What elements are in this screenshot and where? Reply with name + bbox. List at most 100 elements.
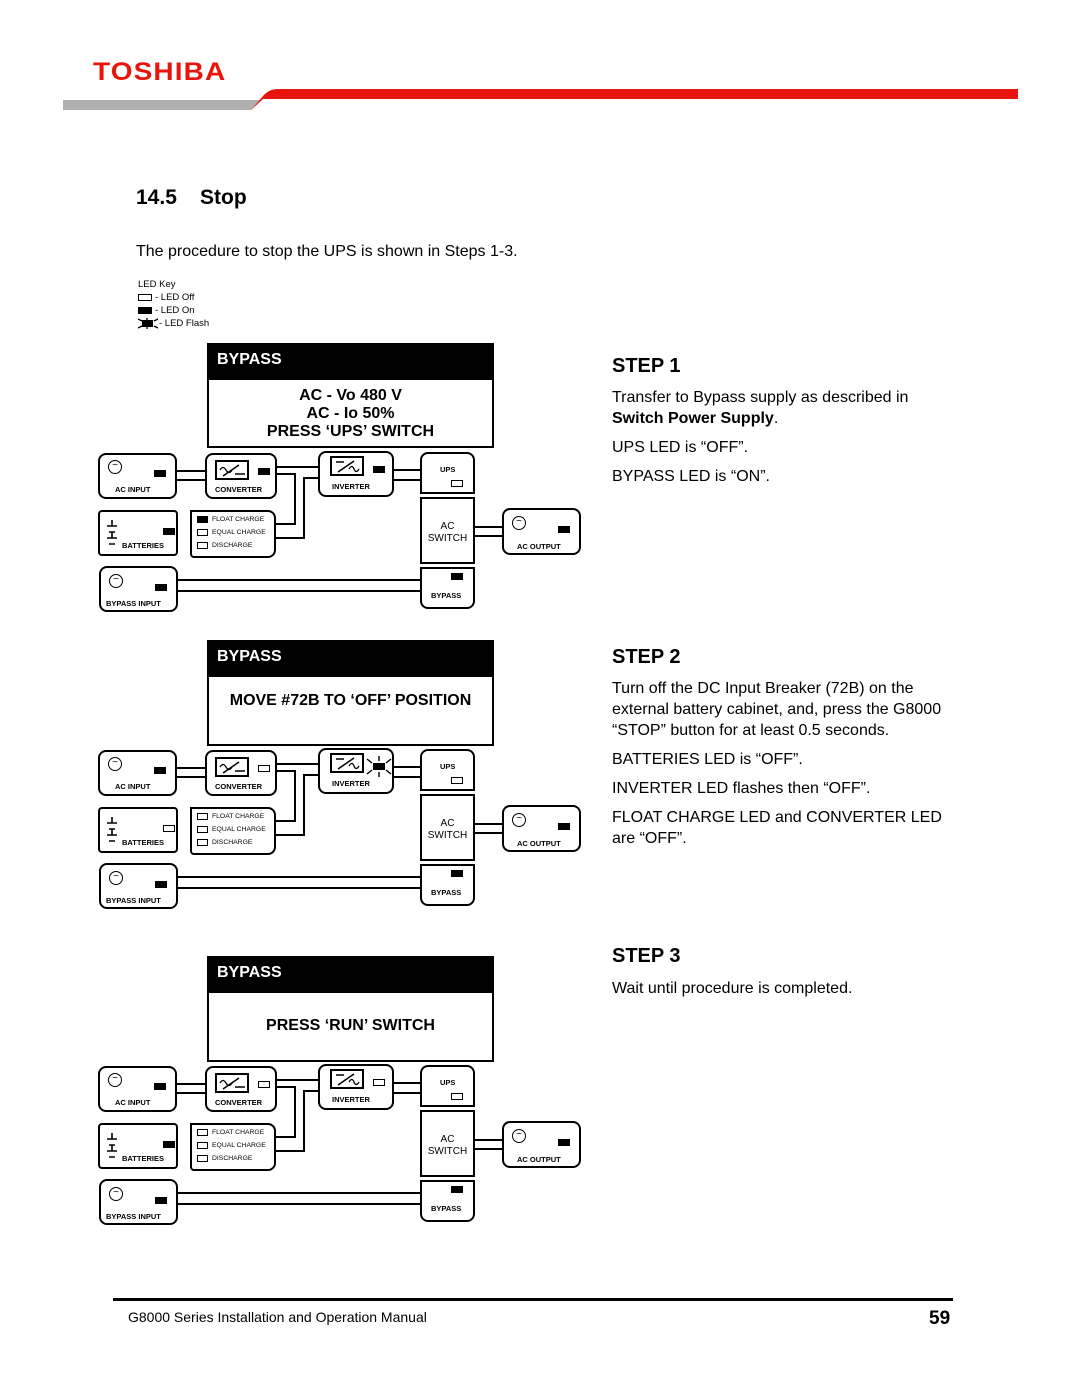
bypass-input-box: ~ BYPASS INPUT [99, 566, 178, 612]
bypass-input-label: BYPASS INPUT [106, 896, 161, 905]
led-off-icon [138, 294, 152, 301]
bypass-input-led [155, 584, 167, 591]
bypass-label: BYPASS [431, 1204, 462, 1213]
step-2-para: FLOAT CHARGE LED and CONVERTER LED are “… [612, 809, 942, 847]
float-charge-led [197, 1129, 208, 1136]
section-number: 14.5 [136, 186, 177, 209]
step-1-para: BYPASS LED is “ON”. [612, 468, 770, 485]
led-key-off: - LED Off [138, 291, 209, 304]
ac-sine-icon: ~ [109, 871, 123, 885]
wire-line [303, 1090, 319, 1092]
ac-switch-box: AC SWITCH [420, 497, 475, 564]
equal-charge-led [197, 529, 208, 536]
section-name: Stop [200, 186, 247, 209]
lcd-line: AC - Vo 480 V [299, 387, 402, 404]
wire-line [393, 479, 421, 481]
charge-row-float-charge: FLOAT CHARGE [197, 1129, 264, 1136]
charge-row-equal-charge: EQUAL CHARGE [197, 826, 266, 833]
ac-input-led [154, 1083, 166, 1090]
bypass-input-led [155, 881, 167, 888]
lcd-mode: BYPASS [209, 345, 492, 380]
ac-input-led [154, 470, 166, 477]
ac-sine-icon: ~ [108, 757, 122, 771]
bypass-led [451, 1186, 463, 1193]
ups-label: UPS [440, 465, 456, 474]
charge-label: EQUAL CHARGE [212, 529, 266, 536]
ac-sine-icon: ~ [108, 460, 122, 474]
ac-switch-box: AC SWITCH [420, 1110, 475, 1177]
step-2-diagram: BYPASS MOVE #72B TO ‘OFF’ POSITION ~ AC INP… [0, 640, 600, 930]
charge-row-discharge: DISCHARGE [197, 1155, 252, 1162]
bypass-box: BYPASS [420, 567, 475, 609]
ac-switch-label: AC SWITCH [427, 818, 468, 841]
converter-label: CONVERTER [215, 1098, 263, 1107]
ac-input-box: ~ AC INPUT [98, 453, 177, 499]
charge-row-equal-charge: EQUAL CHARGE [197, 1142, 266, 1149]
bypass-input-label: BYPASS INPUT [106, 599, 161, 608]
lcd-message: PRESS ‘RUN’ SWITCH [209, 993, 492, 1035]
bypass-led [451, 870, 463, 877]
ac-sine-icon: ~ [512, 1129, 526, 1143]
step-1-text: Transfer to Bypass supply as described i… [612, 387, 957, 495]
header-band [63, 89, 1018, 110]
inverter-icon [330, 1069, 364, 1089]
ac-input-label: AC INPUT [115, 485, 151, 494]
ac-output-label: AC OUTPUT [517, 839, 561, 848]
step-2-para: Turn off the DC Input Breaker (72B) on t… [612, 680, 942, 739]
step-1-para: Transfer to Bypass supply as described i… [612, 389, 909, 427]
lcd-line: AC - Io 50% [306, 405, 395, 422]
bypass-label: BYPASS [431, 591, 462, 600]
wire-line [176, 1083, 206, 1085]
batteries-box: BATTERIES [98, 510, 178, 556]
lcd-display: BYPASS PRESS ‘RUN’ SWITCH [207, 956, 494, 1062]
converter-box: CONVERTER [205, 453, 277, 499]
ac-output-box: ~ AC OUTPUT [502, 508, 581, 555]
charge-status-box: FLOAT CHARGE EQUAL CHARGE DISCHARGE [190, 807, 276, 855]
charge-row-float-charge: FLOAT CHARGE [197, 516, 264, 523]
ac-output-led [558, 526, 570, 533]
battery-icon [105, 518, 119, 553]
bypass-input-box: ~ BYPASS INPUT [99, 863, 178, 909]
step-3-diagram: BYPASS PRESS ‘RUN’ SWITCH ~ AC INPUT CONVERT… [0, 956, 600, 1246]
wire-line [303, 1090, 305, 1150]
wire-line [303, 774, 305, 834]
batteries-label: BATTERIES [122, 838, 164, 847]
wire-line [177, 876, 421, 878]
charge-row-equal-charge: EQUAL CHARGE [197, 529, 266, 536]
lcd-message: MOVE #72B TO ‘OFF’ POSITION [209, 677, 492, 710]
charge-label: FLOAT CHARGE [212, 813, 265, 820]
converter-box: CONVERTER [205, 750, 277, 796]
charge-label: DISCHARGE [212, 542, 253, 549]
batteries-box: BATTERIES [98, 1123, 178, 1169]
bypass-box: BYPASS [420, 864, 475, 906]
wire-line [274, 1150, 305, 1152]
header-band-gray [63, 100, 261, 110]
wire-line [177, 1192, 421, 1194]
wire-line [176, 767, 206, 769]
charge-label: FLOAT CHARGE [212, 1129, 265, 1136]
charge-row-discharge: DISCHARGE [197, 542, 252, 549]
equal-charge-led [197, 1142, 208, 1149]
charge-label: DISCHARGE [212, 839, 253, 846]
lcd-message: AC - Vo 480 V AC - Io 50% PRESS ‘UPS’ SWIT… [209, 380, 492, 441]
wire-line [473, 1139, 503, 1141]
charge-row-float-charge: FLOAT CHARGE [197, 813, 264, 820]
inverter-led [373, 466, 385, 473]
wire-line [275, 1079, 319, 1081]
ac-switch-label: AC SWITCH [427, 521, 468, 544]
ups-label: UPS [440, 762, 456, 771]
wire-line [294, 1086, 296, 1136]
wire-line [393, 766, 421, 768]
converter-label: CONVERTER [215, 485, 263, 494]
ups-box: UPS [420, 452, 475, 494]
lcd-display: BYPASS MOVE #72B TO ‘OFF’ POSITION [207, 640, 494, 746]
ac-sine-icon: ~ [512, 516, 526, 530]
step-3-text: Wait until procedure is completed. [612, 978, 957, 1007]
batteries-label: BATTERIES [122, 1154, 164, 1163]
inverter-box: INVERTER [318, 748, 394, 794]
wire-line [176, 1092, 206, 1094]
wire-line [176, 470, 206, 472]
wire-line [393, 469, 421, 471]
battery-icon [105, 1131, 119, 1166]
footer-manual-title: G8000 Series Installation and Operation … [128, 1309, 427, 1325]
